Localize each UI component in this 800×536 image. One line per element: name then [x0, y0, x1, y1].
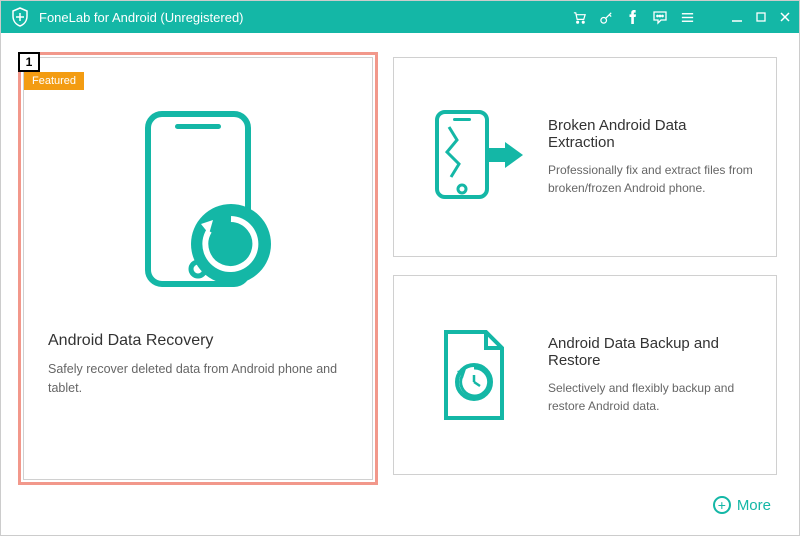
app-window: FoneLab for Android (Unregistered) — [0, 0, 800, 536]
backup-restore-card[interactable]: Android Data Backup and Restore Selectiv… — [393, 275, 777, 475]
more-row: + More — [1, 490, 799, 515]
app-title: FoneLab for Android (Unregistered) — [39, 10, 572, 25]
android-data-recovery-card[interactable]: 1 Featured Android Data Recovery — [23, 57, 373, 480]
broken-data-extraction-card[interactable]: Broken Android Data Extraction Professio… — [393, 57, 777, 257]
featured-badge: Featured — [24, 72, 84, 90]
app-logo-icon — [9, 6, 31, 28]
more-label: More — [737, 497, 771, 514]
extraction-card-desc: Professionally fix and extract files fro… — [548, 161, 756, 197]
facebook-icon[interactable] — [626, 10, 640, 24]
recovery-card-title: Android Data Recovery — [48, 332, 348, 350]
key-icon[interactable] — [599, 10, 614, 25]
more-button[interactable]: + More — [713, 496, 771, 514]
extraction-card-title: Broken Android Data Extraction — [548, 117, 756, 151]
left-column: 1 Featured Android Data Recovery — [23, 57, 373, 480]
feedback-icon[interactable] — [652, 9, 668, 25]
recovery-card-desc: Safely recover deleted data from Android… — [48, 360, 348, 398]
phone-recovery-icon — [48, 84, 348, 324]
titlebar[interactable]: FoneLab for Android (Unregistered) — [1, 1, 799, 33]
right-column: Broken Android Data Extraction Professio… — [393, 57, 777, 480]
titlebar-right-icons — [572, 9, 791, 25]
plus-circle-icon: + — [713, 496, 731, 514]
file-backup-icon — [414, 320, 534, 430]
menu-icon[interactable] — [680, 10, 695, 25]
close-button[interactable] — [779, 11, 791, 23]
broken-phone-icon — [414, 102, 534, 212]
cart-icon[interactable] — [572, 10, 587, 25]
minimize-button[interactable] — [731, 11, 743, 23]
backup-card-desc: Selectively and flexibly backup and rest… — [548, 379, 756, 415]
step-number-badge: 1 — [18, 52, 40, 72]
main-content: 1 Featured Android Data Recovery — [1, 33, 799, 490]
maximize-button[interactable] — [755, 11, 767, 23]
backup-card-title: Android Data Backup and Restore — [548, 335, 756, 369]
